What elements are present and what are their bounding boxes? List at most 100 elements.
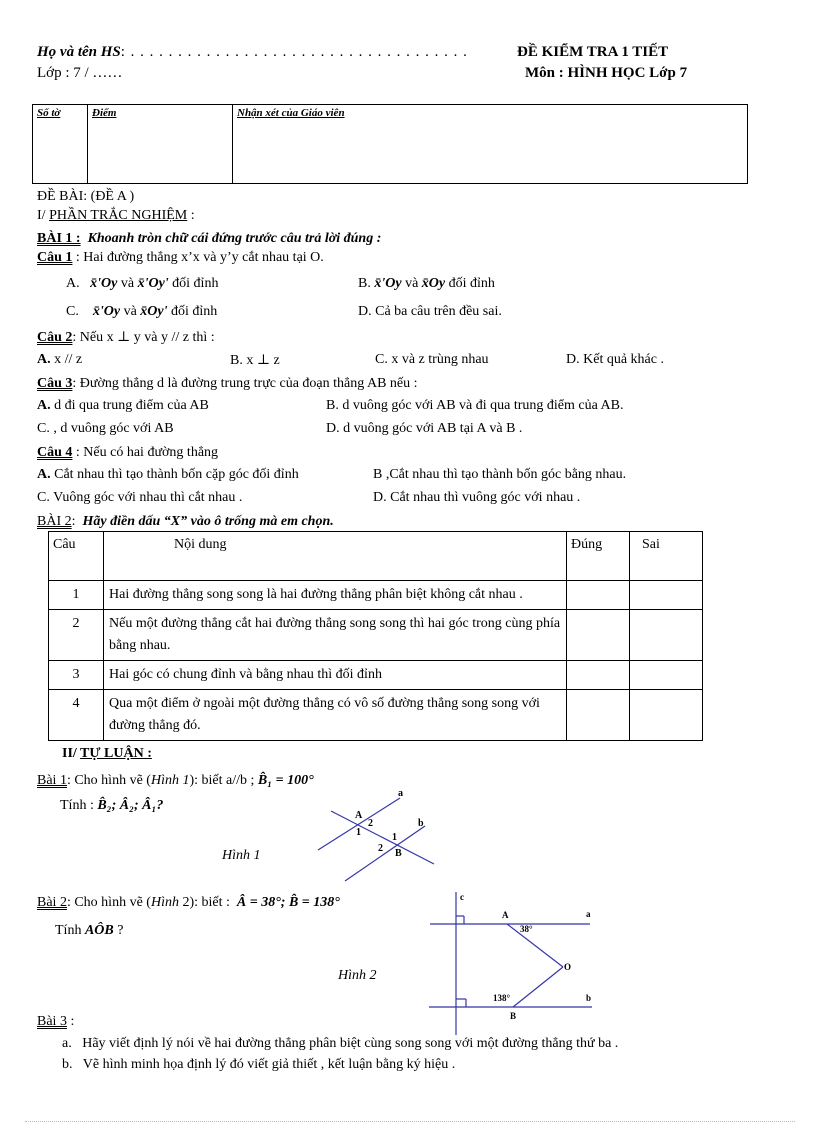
option-letter: A.: [37, 352, 51, 367]
option-letter: C.: [66, 304, 79, 319]
angle-expr: x̄Oy': [140, 304, 168, 319]
score-cell: Điểm: [88, 105, 233, 183]
option-text: Kết quả khác .: [583, 352, 664, 367]
ask-expr: B̂₂; Â₂; Â₁?: [97, 798, 164, 813]
correct-checkbox-cell[interactable]: [566, 609, 630, 661]
bai1-instruction: Khoanh tròn chữ cái đứng trước câu trả l…: [87, 231, 382, 246]
table-row: 4 Qua một điểm ở ngoài một đường thẳng c…: [48, 689, 703, 741]
option-letter: D.: [358, 304, 372, 319]
row-number: 3: [48, 660, 104, 690]
figure-ref: Hình: [150, 895, 179, 910]
option-letter: D.: [326, 421, 340, 436]
option-letter: A.: [37, 398, 51, 413]
table-row: 1 Hai đường thẳng song song là hai đường…: [48, 580, 703, 610]
question-label: Câu 2: [37, 330, 73, 345]
option-4b[interactable]: B ,Cắt nhau thì tạo thành bốn góc bằng n…: [373, 467, 626, 483]
row-content: Qua một điểm ở ngoài một đường thẳng có …: [103, 689, 567, 741]
question-text: : Hai đường thẳng x’x và y’y cắt nhau tạ…: [75, 250, 324, 265]
option-4a[interactable]: A. Cắt nhau thì tạo thành bốn cặp góc đố…: [37, 467, 299, 483]
option-2c[interactable]: C. x và z trùng nhau: [375, 352, 489, 368]
wrong-checkbox-cell[interactable]: [629, 580, 703, 610]
label-B: B: [395, 848, 402, 859]
option-2b[interactable]: B. x ⊥ z: [230, 352, 280, 369]
option-letter: C.: [375, 352, 388, 367]
option-text: d vuông góc với AB tại A và B .: [339, 421, 523, 436]
row-number: 2: [48, 609, 104, 661]
row-number: 1: [48, 580, 104, 610]
option-1a[interactable]: A. x̄'Oy và x̄'Oy' đối đỉnh: [66, 276, 218, 292]
true-false-table: Câu Nội dung Đúng Sai 1 Hai đường thẳng …: [48, 531, 703, 741]
option-3c[interactable]: C. , d vuông góc với AB: [37, 421, 174, 437]
ask-prefix: Tính :: [60, 798, 94, 813]
teacher-comment-cell: Nhận xét của Giáo viên: [233, 105, 747, 183]
sheet-count-label: Số tờ: [37, 107, 61, 119]
option-tail: đối đỉnh: [445, 276, 495, 291]
label-O: O: [564, 962, 571, 972]
label-a: a: [398, 788, 403, 799]
student-name-field: : . . . . . . . . . . . . . . . . . . . …: [120, 44, 468, 60]
option-1b[interactable]: B. x̄'Oy và x̄Oy đối đỉnh: [358, 276, 495, 292]
given-expr: Â = 38°; B̂ = 138°: [236, 895, 340, 910]
option-3d[interactable]: D. d vuông góc với AB tại A và B .: [326, 421, 522, 437]
option-2a[interactable]: A. x // z: [37, 352, 82, 368]
bai2-heading: BÀI 2: Hãy điền dấu “X” vào ô trống mà e…: [37, 514, 334, 529]
line-a: [317, 797, 401, 851]
correct-checkbox-cell[interactable]: [566, 689, 630, 741]
col-header-wrong: Sai: [629, 531, 703, 581]
item-letter: a.: [62, 1036, 72, 1051]
question-label: Câu 3: [37, 376, 73, 391]
col-header-number: Câu: [48, 531, 104, 581]
label-A: A: [502, 910, 509, 920]
option-letter: B.: [358, 276, 371, 291]
option-connector: và: [401, 276, 422, 291]
sheet-count-cell: Số tờ: [33, 105, 88, 183]
essay-text: ): biết :: [189, 895, 230, 910]
option-text: x // z: [54, 352, 83, 367]
label-angle-A2: 2: [368, 818, 373, 829]
wrong-checkbox-cell[interactable]: [629, 660, 703, 690]
label-b: b: [418, 818, 424, 829]
part1-title: PHẦN TRẮC NGHIỆM: [49, 208, 188, 223]
option-letter: D.: [373, 490, 387, 505]
part1-suffix: :: [187, 208, 195, 223]
option-1c[interactable]: C. x̄'Oy và x̄Oy' đối đỉnh: [66, 304, 217, 320]
correct-checkbox-cell[interactable]: [566, 580, 630, 610]
option-2d[interactable]: D. Kết quả khác .: [566, 352, 664, 368]
bai2-label: BÀI 2: [37, 514, 72, 529]
segment-BO: [512, 966, 564, 1008]
part1-heading: I/ PHẦN TRẮC NGHIỆM :: [37, 207, 195, 225]
wrong-checkbox-cell[interactable]: [629, 689, 703, 741]
question-1: Câu 1 : Hai đường thẳng x’x và y’y cắt n…: [37, 249, 324, 267]
correct-checkbox-cell[interactable]: [566, 660, 630, 690]
segment-AO: [506, 923, 564, 968]
option-4d[interactable]: D. Cắt nhau thì vuông góc với nhau .: [373, 490, 580, 506]
col-header-correct: Đúng: [566, 531, 630, 581]
figure-ref-num: 2: [178, 895, 190, 910]
option-3b[interactable]: B. d vuông góc với AB và đi qua trung đi…: [326, 398, 624, 414]
essay-1-ask: Tính : B̂₂; Â₂; Â₁?: [60, 797, 163, 815]
option-4c[interactable]: C. Vuông góc với nhau thì cắt nhau .: [37, 490, 242, 506]
option-3a[interactable]: A. d đi qua trung điểm của AB: [37, 398, 209, 414]
essay-label: Bài 1: [37, 773, 67, 788]
essay-3: Bài 3 :: [37, 1013, 74, 1031]
essay-text: ): biết a//b ;: [189, 773, 255, 788]
essay-2: Bài 2: Cho hình vẽ (Hình 2): biết : Â = …: [37, 894, 340, 912]
exam-heading: ĐỀ BÀI: (ĐỀ A ): [37, 189, 135, 204]
label-c: c: [460, 892, 464, 902]
figure-ref: Hình 1: [150, 773, 190, 788]
row-content: Hai góc có chung đỉnh và bằng nhau thì đ…: [103, 660, 567, 690]
option-text: x và z trùng nhau: [391, 352, 489, 367]
option-tail: đối đỉnh: [168, 276, 219, 291]
table-header-row: Câu Nội dung Đúng Sai: [48, 531, 703, 581]
option-1d[interactable]: D. Cả ba câu trên đều sai.: [358, 304, 502, 320]
option-text: ,Cắt nhau thì tạo thành bốn góc bằng nha…: [382, 467, 627, 482]
score-box: Số tờ Điểm Nhận xét của Giáo viên: [32, 104, 748, 184]
wrong-checkbox-cell[interactable]: [629, 609, 703, 661]
ask-suffix: ?: [113, 923, 124, 938]
option-letter: B: [373, 467, 383, 482]
question-label: Câu 1: [37, 250, 73, 265]
col-header-content: Nội dung: [103, 531, 567, 581]
option-letter: C.: [37, 421, 50, 436]
option-connector: và: [117, 276, 138, 291]
option-text: Vuông góc với nhau thì cắt nhau .: [49, 490, 243, 505]
